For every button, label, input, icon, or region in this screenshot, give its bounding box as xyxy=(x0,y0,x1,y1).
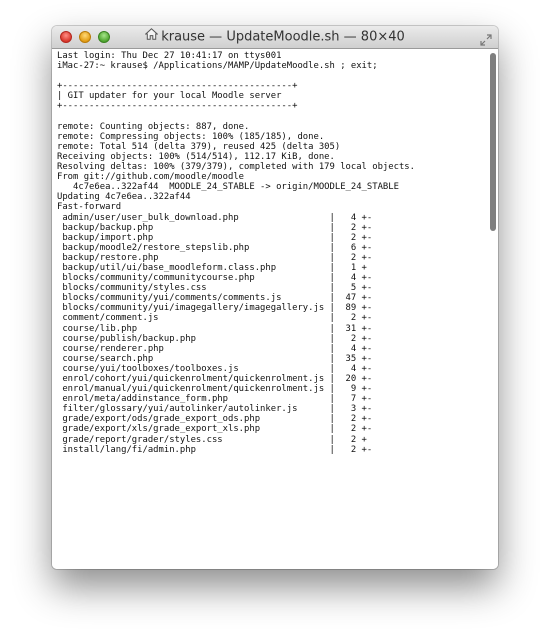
terminal-line: enrol/meta/addinstance_form.php | 7 +- xyxy=(57,394,373,405)
terminal-line: iMac-27:~ krause$ /Applications/MAMP/Upd… xyxy=(57,61,378,72)
terminal-line: blocks/community/yui/comments/comments.j… xyxy=(57,293,373,304)
terminal-line: blocks/community/yui/imagegallery/imageg… xyxy=(57,303,373,314)
terminal-line: 4c7e6ea..322af44 MOODLE_24_STABLE -> ori… xyxy=(57,182,399,193)
terminal-line: blocks/community/styles.css | 5 +- xyxy=(57,283,373,294)
terminal-line: course/lib.php | 31 +- xyxy=(57,323,373,334)
terminal-line: course/yui/toolboxes/toolboxes.js | 4 +- xyxy=(57,363,373,374)
terminal-line: Updating 4c7e6ea..322af44 xyxy=(57,192,191,203)
terminal-line: Fast-forward xyxy=(57,202,122,213)
terminal-line: backup/util/ui/base_moodleform.class.php… xyxy=(57,262,367,273)
terminal-view[interactable]: Last login: Thu Dec 27 10:41:17 on ttys0… xyxy=(52,49,498,569)
terminal-line: Receiving objects: 100% (514/514), 112.1… xyxy=(57,151,335,162)
terminal-line: +---------------------------------------… xyxy=(57,81,298,92)
terminal-line: backup/backup.php | 2 +- xyxy=(57,222,373,233)
terminal-line: Resolving deltas: 100% (379/379), comple… xyxy=(57,162,415,173)
terminal-line: grade/report/grader/styles.css | 2 + xyxy=(57,434,367,445)
terminal-line: | GIT updater for your local Moodle serv… xyxy=(57,91,282,102)
terminal-line: course/search.php | 35 +- xyxy=(57,353,373,364)
terminal-line: course/publish/backup.php | 2 +- xyxy=(57,333,373,344)
window-title-area: krause — UpdateMoodle.sh — 80×40 xyxy=(52,26,498,48)
terminal-line: enrol/manual/yui/quickenrolment/quickenr… xyxy=(57,384,373,395)
terminal-line: remote: Counting objects: 887, done. xyxy=(57,121,250,132)
terminal-line: +---------------------------------------… xyxy=(57,101,298,112)
terminal-line: backup/import.php | 2 +- xyxy=(57,232,373,243)
terminal-line: blocks/community/communitycourse.php | 4… xyxy=(57,273,373,284)
terminal-line: filter/glossary/yui/autolinker/autolinke… xyxy=(57,404,373,415)
terminal-output: Last login: Thu Dec 27 10:41:17 on ttys0… xyxy=(57,51,484,455)
home-folder-icon xyxy=(144,26,159,48)
terminal-line: install/lang/fi/admin.php | 2 +- xyxy=(57,444,373,455)
terminal-line: grade/export/ods/grade_export_ods.php | … xyxy=(57,414,373,425)
fullscreen-icon[interactable] xyxy=(480,31,492,46)
terminal-line: From git://github.com/moodle/moodle xyxy=(57,172,245,183)
terminal-window: krause — UpdateMoodle.sh — 80×40 Last lo… xyxy=(52,26,498,569)
terminal-line: course/renderer.php | 4 +- xyxy=(57,343,373,354)
terminal-line: remote: Total 514 (delta 379), reused 42… xyxy=(57,141,341,152)
terminal-line: backup/restore.php | 2 +- xyxy=(57,252,373,263)
terminal-line: comment/comment.js | 2 +- xyxy=(57,313,373,324)
vertical-scrollbar[interactable] xyxy=(490,53,496,231)
title-bar[interactable]: krause — UpdateMoodle.sh — 80×40 xyxy=(52,26,498,49)
terminal-line: backup/moodle2/restore_stepslib.php | 6 … xyxy=(57,242,373,253)
window-title: krause — UpdateMoodle.sh — 80×40 xyxy=(161,29,405,45)
terminal-line: admin/user/user_bulk_download.php | 4 +- xyxy=(57,212,373,223)
terminal-line: Last login: Thu Dec 27 10:41:17 on ttys0… xyxy=(57,51,282,61)
terminal-line: grade/export/xls/grade_export_xls.php | … xyxy=(57,424,373,435)
terminal-line: remote: Compressing objects: 100% (185/1… xyxy=(57,131,325,142)
terminal-line: enrol/cohort/yui/quickenrolment/quickenr… xyxy=(57,374,373,384)
